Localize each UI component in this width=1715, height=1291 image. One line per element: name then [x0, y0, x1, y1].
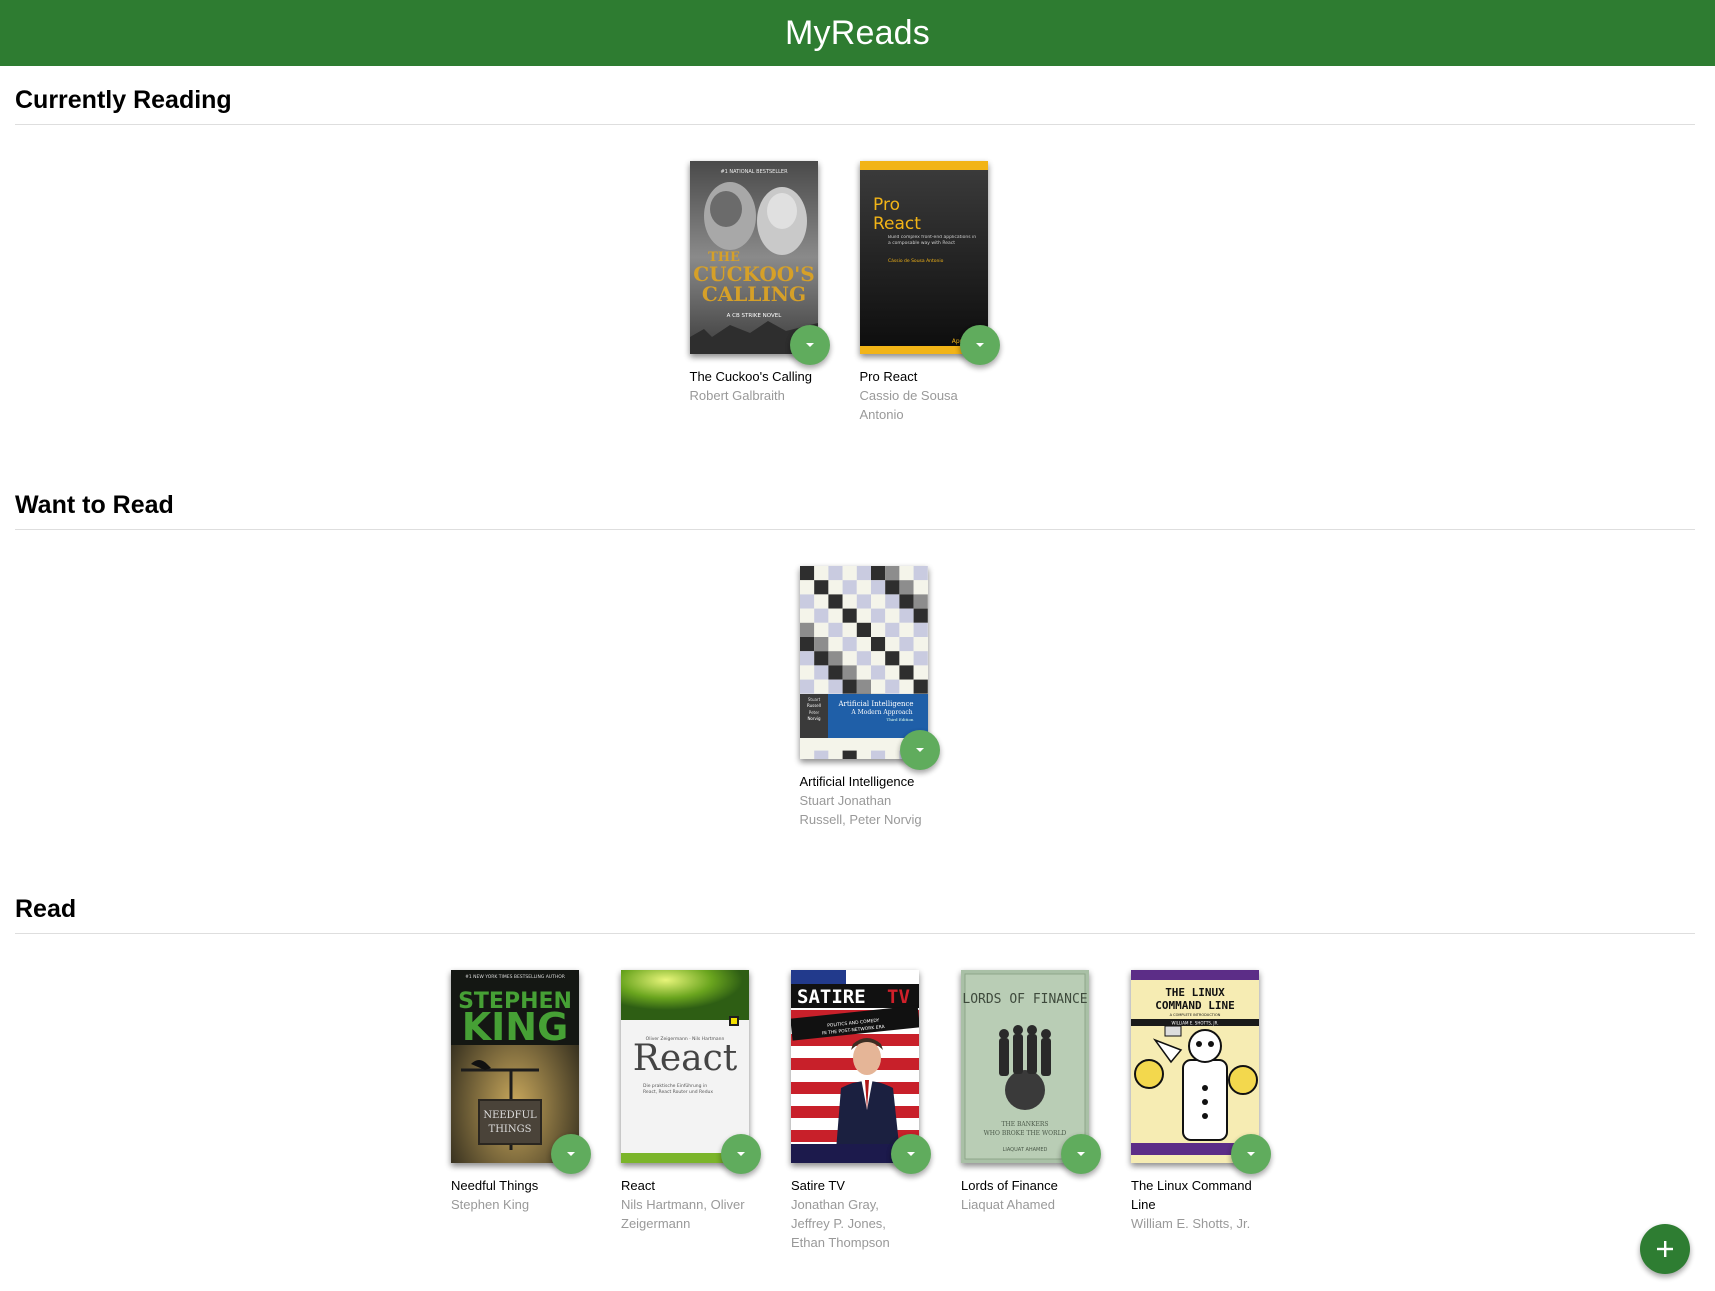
add-book-button[interactable]	[1640, 1224, 1690, 1274]
book-cover[interactable]: SATIRE TV POLITICS AND COMEDY IN THE POS…	[791, 970, 919, 1163]
shelf-changer-button[interactable]	[959, 325, 1000, 365]
cover-sub2: WHO BROKE THE WORLD	[984, 1130, 1067, 1137]
cover-sub: A CB STRIKE NOVEL	[726, 313, 782, 319]
book-item: Oliver Zeigermann · Nils Hartmann React …	[621, 970, 761, 1252]
shelf-changer-button[interactable]	[1061, 1134, 1101, 1174]
book-authors: Stephen King	[451, 1197, 530, 1212]
cover-author: LIAQUAT AHAMED	[1003, 1147, 1048, 1153]
book-cover[interactable]: THE LINUX COMMAND LINE A COMPLETE INTROD…	[1131, 970, 1259, 1163]
cover-title: React	[633, 1038, 738, 1079]
triangle-down-icon	[1247, 1152, 1255, 1156]
cover-author2-first: Peter	[808, 710, 819, 715]
book-authors: Stuart Jonathan Russell, Peter Norvig	[799, 793, 922, 827]
book-item: SATIRE TV POLITICS AND COMEDY IN THE POS…	[791, 970, 931, 1252]
triangle-down-icon	[975, 343, 984, 347]
book-title: The Linux Command Line	[1131, 1178, 1252, 1212]
plus-icon	[1657, 1241, 1673, 1257]
cover-line1: Pro	[873, 195, 900, 215]
book-authors: Liaquat Ahamed	[961, 1197, 1055, 1212]
books-grid: Artificial Intelligence A Modern Approac…	[15, 566, 1695, 829]
book-cover[interactable]: Oliver Zeigermann · Nils Hartmann React …	[621, 970, 749, 1163]
book-item: LORDS OF FINANCE THE BANKERS WHO BROKE T…	[961, 970, 1101, 1252]
books-grid: #1 NATIONAL BESTSELLER THE CUCKOO'S CALL…	[15, 161, 1695, 424]
triangle-down-icon	[567, 1152, 575, 1156]
cover-line2: KING	[462, 1005, 569, 1049]
shelf-want-to-read: Want to Read Artificial Intelligence A M…	[15, 491, 1695, 829]
app-title: MyReads	[784, 13, 930, 52]
cover-line2: COMMAND LINE	[1155, 999, 1234, 1012]
shelf-changer-button[interactable]	[789, 325, 830, 365]
cover-sub1: THE BANKERS	[1001, 1121, 1048, 1128]
cover-top-text: #1 NEW YORK TIMES BESTSELLING AUTHOR	[465, 974, 565, 980]
cover-sign2: THINGS	[489, 1124, 532, 1135]
book-authors: Nils Hartmann, Oliver Zeigermann	[621, 1197, 745, 1231]
cover-line1: SATIRE	[797, 986, 866, 1008]
cover-line2: TV	[887, 986, 910, 1008]
cover-sub2: React, React Router und Redux	[643, 1089, 713, 1095]
book-title: Satire TV	[791, 1178, 845, 1193]
book-authors: Jonathan Gray, Jeffrey P. Jones, Ethan T…	[791, 1197, 890, 1250]
cover-author-first: Stuart	[807, 697, 820, 702]
book-title: The Cuckoo's Calling	[689, 369, 812, 384]
book-authors: William E. Shotts, Jr.	[1131, 1216, 1251, 1231]
shelf-title: Read	[15, 895, 1695, 934]
shelf-changer-button[interactable]	[1231, 1134, 1271, 1174]
shelf-read: Read #1 NEW YORK TIMES BESTSELLING AUTHO…	[15, 895, 1695, 1252]
cover-line1: Artificial Intelligence	[837, 700, 913, 708]
book-cover[interactable]: LORDS OF FINANCE THE BANKERS WHO BROKE T…	[961, 970, 1089, 1163]
cover-edition: Third Edition	[886, 717, 913, 722]
book-item: #1 NATIONAL BESTSELLER THE CUCKOO'S CALL…	[689, 161, 830, 424]
book-item: #1 NEW YORK TIMES BESTSELLING AUTHOR STE…	[451, 970, 591, 1252]
book-authors: Robert Galbraith	[689, 388, 785, 403]
triangle-down-icon	[737, 1152, 745, 1156]
cover-sub: Build complex front-end applications in …	[887, 235, 976, 246]
cover-top-text: #1 NATIONAL BESTSELLER	[720, 169, 788, 175]
app-header: MyReads	[0, 0, 1715, 66]
cover-author: Cássio de Sousa Antonio	[888, 257, 944, 264]
book-cover[interactable]: Pro React Build complex front-end applic…	[859, 161, 988, 354]
shelf-currently-reading: Currently Reading #1 NATIONAL BESTSELLER	[15, 86, 1695, 424]
cover-line2: A Modern Approach	[850, 709, 912, 716]
book-title: Needful Things	[451, 1178, 539, 1193]
triangle-down-icon	[805, 343, 814, 347]
book-cover[interactable]: Artificial Intelligence A Modern Approac…	[799, 566, 928, 759]
triangle-down-icon	[915, 748, 924, 752]
cover-author: WILLIAM E. SHOTTS, JR.	[1172, 1021, 1219, 1026]
cover-author-last: Russell	[807, 703, 821, 708]
books-grid: #1 NEW YORK TIMES BESTSELLING AUTHOR STE…	[15, 970, 1695, 1252]
book-title: React	[621, 1178, 655, 1193]
cover-line1: LORDS OF FINANCE	[962, 992, 1087, 1007]
book-cover[interactable]: #1 NEW YORK TIMES BESTSELLING AUTHOR STE…	[451, 970, 579, 1163]
book-item: THE LINUX COMMAND LINE A COMPLETE INTROD…	[1131, 970, 1271, 1252]
book-item: Artificial Intelligence A Modern Approac…	[799, 566, 940, 829]
shelf-title: Want to Read	[15, 491, 1695, 530]
shelf-changer-button[interactable]	[891, 1134, 931, 1174]
book-title: Pro React	[859, 369, 918, 384]
triangle-down-icon	[907, 1152, 915, 1156]
book-cover[interactable]: #1 NATIONAL BESTSELLER THE CUCKOO'S CALL…	[689, 161, 818, 354]
cover-sub1: Die praktische Einführung in	[643, 1083, 707, 1089]
shelf-title: Currently Reading	[15, 86, 1695, 125]
cover-author2-last: Norvig	[807, 716, 821, 721]
book-authors: Cassio de Sousa Antonio	[859, 388, 958, 422]
shelf-changer-button[interactable]	[899, 730, 940, 770]
cover-sign1: NEEDFUL	[483, 1110, 537, 1121]
shelf-changer-button[interactable]	[721, 1134, 761, 1174]
shelf-changer-button[interactable]	[551, 1134, 591, 1174]
book-item: Pro React Build complex front-end applic…	[859, 161, 1000, 424]
cover-line3: CALLING	[701, 282, 805, 306]
triangle-down-icon	[1077, 1152, 1085, 1156]
cover-sub: A COMPLETE INTRODUCTION	[1170, 1013, 1221, 1017]
book-title: Lords of Finance	[961, 1178, 1058, 1193]
cover-line1: THE LINUX	[1165, 986, 1225, 999]
book-title: Artificial Intelligence	[799, 774, 915, 789]
cover-line2: React	[873, 214, 921, 234]
